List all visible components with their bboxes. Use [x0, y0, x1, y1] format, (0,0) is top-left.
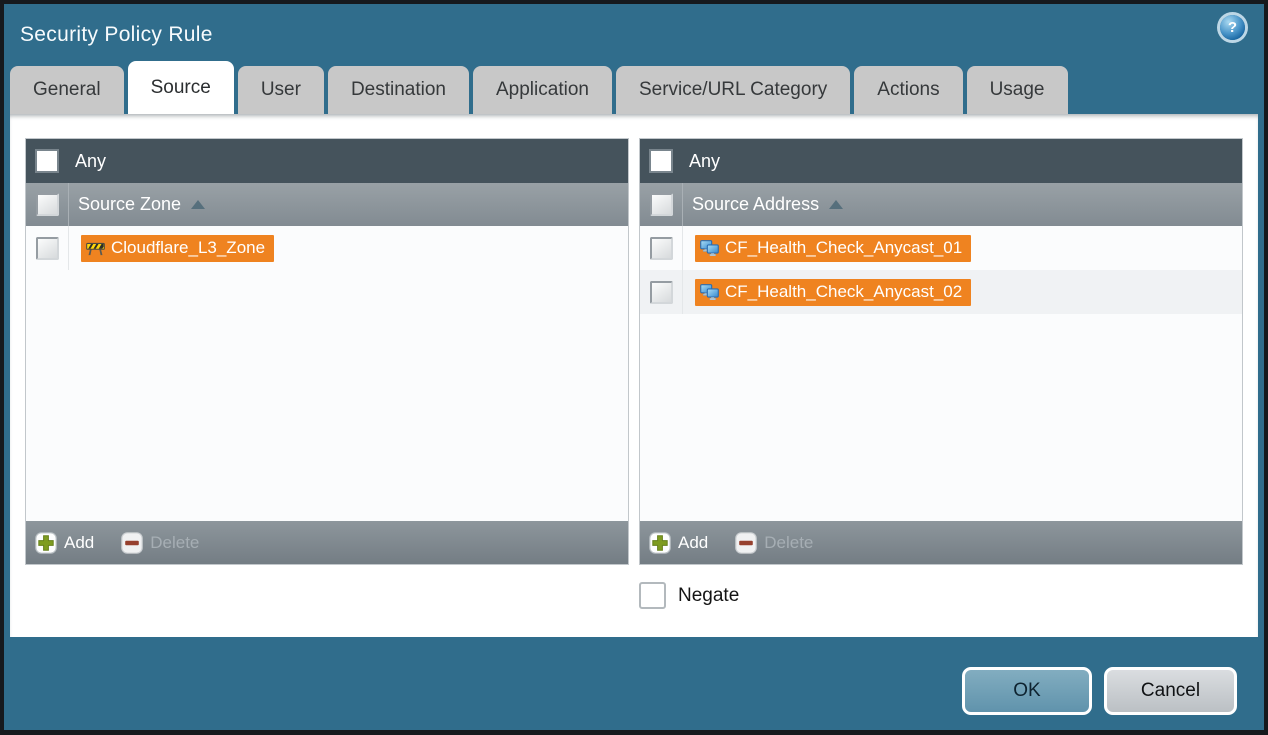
tab-service-url-category[interactable]: Service/URL Category	[616, 66, 850, 114]
source-address-select-all-checkbox[interactable]	[650, 193, 673, 216]
source-address-list: CF_Health_Check_Anycast_01	[640, 226, 1242, 521]
address-hosts-icon	[700, 284, 719, 301]
address-hosts-icon	[700, 240, 719, 257]
dialog-title: Security Policy Rule	[20, 23, 213, 47]
source-zone-any-label: Any	[75, 151, 106, 172]
negate-label: Negate	[678, 585, 739, 607]
source-zone-column-title: Source Zone	[78, 194, 181, 215]
green-plus-icon	[649, 532, 671, 554]
source-address-row[interactable]: CF_Health_Check_Anycast_01	[640, 226, 1242, 270]
source-address-any-checkbox[interactable]	[649, 149, 673, 173]
source-address-toolbar: Add Delete	[640, 521, 1242, 564]
source-address-column-header[interactable]: Source Address	[640, 183, 1242, 226]
source-zone-row-checkbox[interactable]	[36, 237, 59, 260]
cancel-button[interactable]: Cancel	[1104, 667, 1237, 715]
address-chip: CF_Health_Check_Anycast_01	[695, 235, 971, 262]
green-plus-icon	[35, 532, 57, 554]
source-address-delete-button[interactable]: Delete	[735, 532, 813, 554]
source-zone-delete-button[interactable]: Delete	[121, 532, 199, 554]
source-address-row-checkbox[interactable]	[650, 237, 673, 260]
source-zone-select-all-checkbox[interactable]	[36, 193, 59, 216]
zone-chip: Cloudflare_L3_Zone	[81, 235, 274, 262]
source-address-panel: Any Source Address	[639, 138, 1243, 565]
tab-user[interactable]: User	[238, 66, 324, 114]
dialog-button-bar: OK Cancel	[962, 667, 1237, 715]
tab-destination[interactable]: Destination	[328, 66, 469, 114]
red-minus-icon	[121, 532, 143, 554]
dialog-titlebar: Security Policy Rule ?	[4, 4, 1264, 66]
source-address-any-row: Any	[640, 139, 1242, 183]
source-address-any-label: Any	[689, 151, 720, 172]
source-zone-panel: Any Source Zone	[25, 138, 629, 565]
tab-usage[interactable]: Usage	[967, 66, 1068, 114]
address-chip: CF_Health_Check_Anycast_02	[695, 279, 971, 306]
source-zone-any-checkbox[interactable]	[35, 149, 59, 173]
source-address-add-button[interactable]: Add	[649, 532, 708, 554]
source-address-row[interactable]: CF_Health_Check_Anycast_02	[640, 270, 1242, 314]
tab-general[interactable]: General	[10, 66, 124, 114]
source-zone-toolbar: Add Delete	[26, 521, 628, 564]
tab-actions[interactable]: Actions	[854, 66, 962, 114]
source-zone-list: Cloudflare_L3_Zone	[26, 226, 628, 521]
zone-barrier-icon	[86, 241, 105, 256]
sort-ascending-arrow-icon	[829, 200, 843, 209]
tab-application[interactable]: Application	[473, 66, 612, 114]
source-address-row-checkbox[interactable]	[650, 281, 673, 304]
sort-ascending-arrow-icon	[191, 200, 205, 209]
source-zone-any-row: Any	[26, 139, 628, 183]
help-icon[interactable]: ?	[1220, 15, 1245, 40]
tab-bar: General Source User Destination Applicat…	[4, 66, 1264, 114]
red-minus-icon	[735, 532, 757, 554]
negate-row: Negate	[25, 582, 1243, 609]
source-zone-row[interactable]: Cloudflare_L3_Zone	[26, 226, 628, 270]
tab-source[interactable]: Source	[128, 61, 234, 114]
source-address-row-label: CF_Health_Check_Anycast_01	[725, 238, 962, 258]
ok-button[interactable]: OK	[962, 667, 1092, 715]
tab-content-source: Any Source Zone	[10, 114, 1258, 637]
source-zone-column-header[interactable]: Source Zone	[26, 183, 628, 226]
source-address-column-title: Source Address	[692, 194, 819, 215]
security-policy-rule-dialog: Security Policy Rule ? General Source Us…	[0, 0, 1268, 735]
source-address-row-label: CF_Health_Check_Anycast_02	[725, 282, 962, 302]
source-zone-row-label: Cloudflare_L3_Zone	[111, 238, 265, 258]
negate-checkbox[interactable]	[639, 582, 666, 609]
source-zone-add-button[interactable]: Add	[35, 532, 94, 554]
